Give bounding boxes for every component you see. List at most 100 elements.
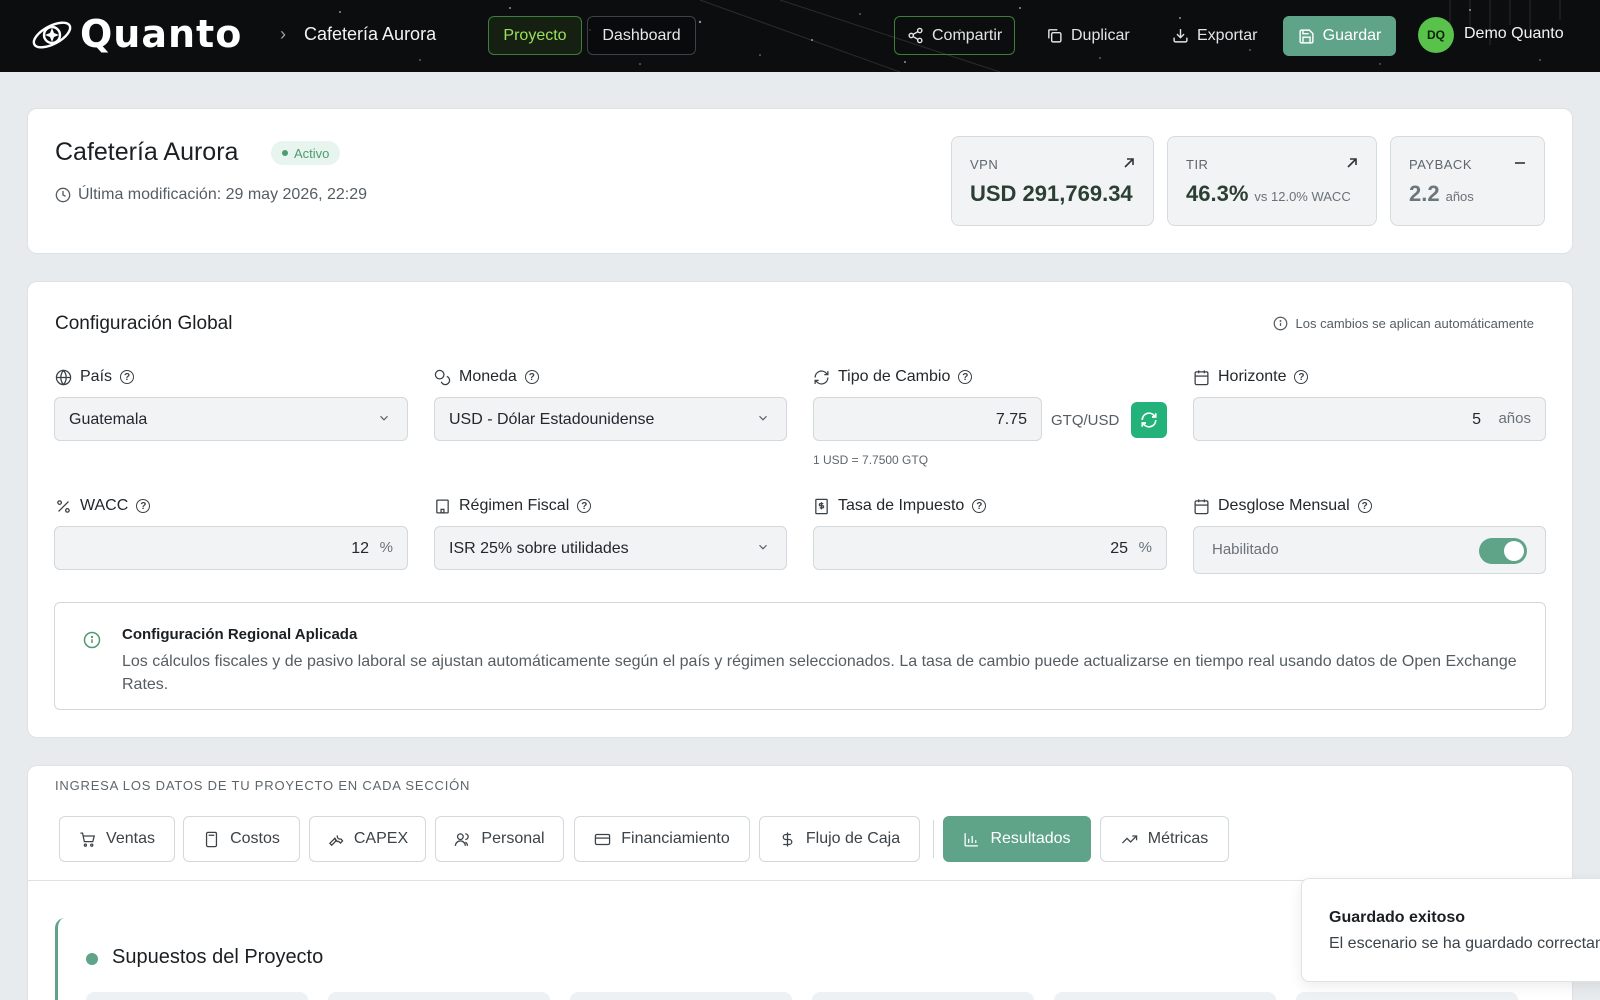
breadcrumb-separator: › [280, 24, 286, 44]
fx-value: 7.75 [995, 411, 1027, 428]
info-text: Los cálculos fiscales y de pasivo labora… [122, 653, 1517, 693]
toast-title: Guardado exitoso [1329, 909, 1466, 926]
share-button[interactable]: Compartir [894, 16, 1016, 55]
top-bar: Quanto › Cafetería Aurora Proyecto Dashb… [0, 0, 1600, 72]
assumption-card[interactable] [1054, 992, 1276, 1000]
assumption-card[interactable] [86, 992, 308, 1000]
duplicate-button[interactable]: Duplicar [1034, 16, 1142, 55]
tax-rate-unit: % [1138, 539, 1152, 556]
minus-icon [1514, 157, 1526, 172]
tab-resultados[interactable]: Resultados [943, 816, 1091, 862]
help-icon[interactable]: ? [524, 370, 539, 384]
save-button[interactable]: Guardar [1283, 16, 1396, 56]
help-icon[interactable]: ? [120, 370, 135, 384]
country-select[interactable]: Guatemala [54, 397, 408, 441]
tab-personal[interactable]: Personal [435, 816, 564, 862]
kpi-payback[interactable]: PAYBACK 2.2 años [1390, 136, 1545, 226]
fx-label: Tipo de Cambio ? [813, 368, 973, 386]
help-icon[interactable]: ? [136, 499, 151, 513]
fx-hint: 1 USD = 7.7500 GTQ [813, 453, 929, 467]
horizon-label-text: Horizonte [1218, 368, 1287, 385]
horizon-label: Horizonte ? [1193, 368, 1309, 386]
assumption-card[interactable] [328, 992, 550, 1000]
tab-capex[interactable]: CAPEX [309, 816, 426, 862]
refresh-fx-button[interactable] [1131, 402, 1167, 438]
refresh-icon [1141, 412, 1157, 428]
toast-notification[interactable]: Guardado exitoso El escenario se ha guar… [1301, 878, 1600, 982]
receipt-icon [815, 498, 828, 514]
assumption-card[interactable] [1296, 992, 1518, 1000]
wacc-input[interactable]: 12 % [54, 526, 408, 570]
horizon-input[interactable]: 5 años [1193, 397, 1546, 441]
tab-flujo-de-caja[interactable]: Flujo de Caja [759, 816, 920, 862]
auto-apply-text: Los cambios se aplican automáticamente [1295, 316, 1534, 331]
tax-regime-label-text: Régimen Fiscal [459, 497, 570, 514]
tax-rate-label: Tasa de Impuesto ? [813, 497, 987, 515]
kpi-payback-number: 2.2 [1409, 181, 1440, 206]
avatar[interactable]: DQ [1418, 17, 1454, 53]
help-icon[interactable]: ? [958, 370, 973, 384]
tab-proyecto[interactable]: Proyecto [488, 16, 582, 55]
download-icon [1173, 29, 1188, 43]
user-name[interactable]: Demo Quanto [1464, 25, 1564, 43]
help-icon[interactable]: ? [1294, 370, 1309, 384]
tab-personal-label: Personal [481, 830, 545, 847]
dollar-icon [782, 831, 793, 847]
help-icon[interactable]: ? [1357, 499, 1372, 513]
trending-up-icon [1121, 834, 1137, 843]
kpi-vpn[interactable]: VPN USD 291,769.34 [951, 136, 1154, 226]
help-icon[interactable]: ? [577, 499, 592, 513]
chevron-down-icon [756, 540, 770, 559]
tab-costos[interactable]: Costos [183, 816, 300, 862]
chevron-down-icon [377, 411, 391, 430]
status-label: Activo [294, 145, 330, 161]
fx-input[interactable]: 7.75 [813, 397, 1042, 441]
wrench-icon [328, 834, 344, 846]
clock-icon [55, 187, 71, 203]
kpi-tir[interactable]: TIR 46.3% vs 12.0% WACC [1167, 136, 1377, 226]
duplicate-label: Duplicar [1071, 26, 1130, 44]
tab-metricas-label: Métricas [1147, 830, 1209, 847]
export-button[interactable]: Exportar [1160, 16, 1269, 55]
horizon-value: 5 [1472, 411, 1481, 428]
sections-caption: INGRESA LOS DATOS DE TU PROYECTO EN CADA… [55, 778, 471, 793]
tab-dashboard[interactable]: Dashboard [587, 16, 696, 55]
breadcrumb-project[interactable]: Cafetería Aurora [304, 24, 436, 45]
tab-flujo-label: Flujo de Caja [805, 830, 901, 847]
assumption-card[interactable] [570, 992, 792, 1000]
wacc-value: 12 [351, 540, 369, 557]
tab-divider [933, 820, 934, 858]
kpi-payback-value: 2.2 años [1409, 181, 1474, 207]
assumptions-dot [86, 953, 98, 965]
calendar-icon [1194, 369, 1209, 385]
tab-metricas[interactable]: Métricas [1100, 816, 1229, 862]
cart-icon [80, 831, 96, 847]
fx-label-text: Tipo de Cambio [838, 368, 951, 385]
tab-financiamiento[interactable]: Financiamiento [574, 816, 750, 862]
tab-ventas[interactable]: Ventas [59, 816, 175, 862]
kpi-payback-unit: años [1445, 189, 1474, 204]
status-dot [282, 150, 288, 156]
country-value: Guatemala [69, 411, 148, 428]
wacc-label-text: WACC [80, 497, 129, 514]
tax-regime-label: Régimen Fiscal ? [434, 497, 592, 515]
kpi-tir-value: 46.3% vs 12.0% WACC [1186, 181, 1351, 207]
app-logo[interactable]: Quanto [28, 14, 242, 54]
bar-chart-icon [964, 832, 979, 847]
monthly-toggle[interactable] [1479, 538, 1527, 564]
assumptions-title: Supuestos del Proyecto [112, 946, 324, 968]
currency-label: Moneda ? [434, 368, 539, 386]
currency-select[interactable]: USD - Dólar Estadounidense [434, 397, 787, 441]
info-icon [1273, 316, 1287, 331]
currency-value: USD - Dólar Estadounidense [449, 411, 655, 428]
tab-capex-label: CAPEX [353, 830, 409, 847]
chevron-down-icon [756, 411, 770, 430]
tax-rate-input[interactable]: 25 % [813, 526, 1167, 570]
help-icon[interactable]: ? [972, 499, 987, 513]
tax-regime-select[interactable]: ISR 25% sobre utilidades [434, 526, 787, 570]
export-label: Exportar [1197, 26, 1258, 44]
monthly-status: Habilitado [1212, 541, 1279, 558]
auto-apply-note: Los cambios se aplican automáticamente [1273, 316, 1534, 331]
assumption-card[interactable] [812, 992, 1034, 1000]
save-icon [1299, 28, 1314, 44]
